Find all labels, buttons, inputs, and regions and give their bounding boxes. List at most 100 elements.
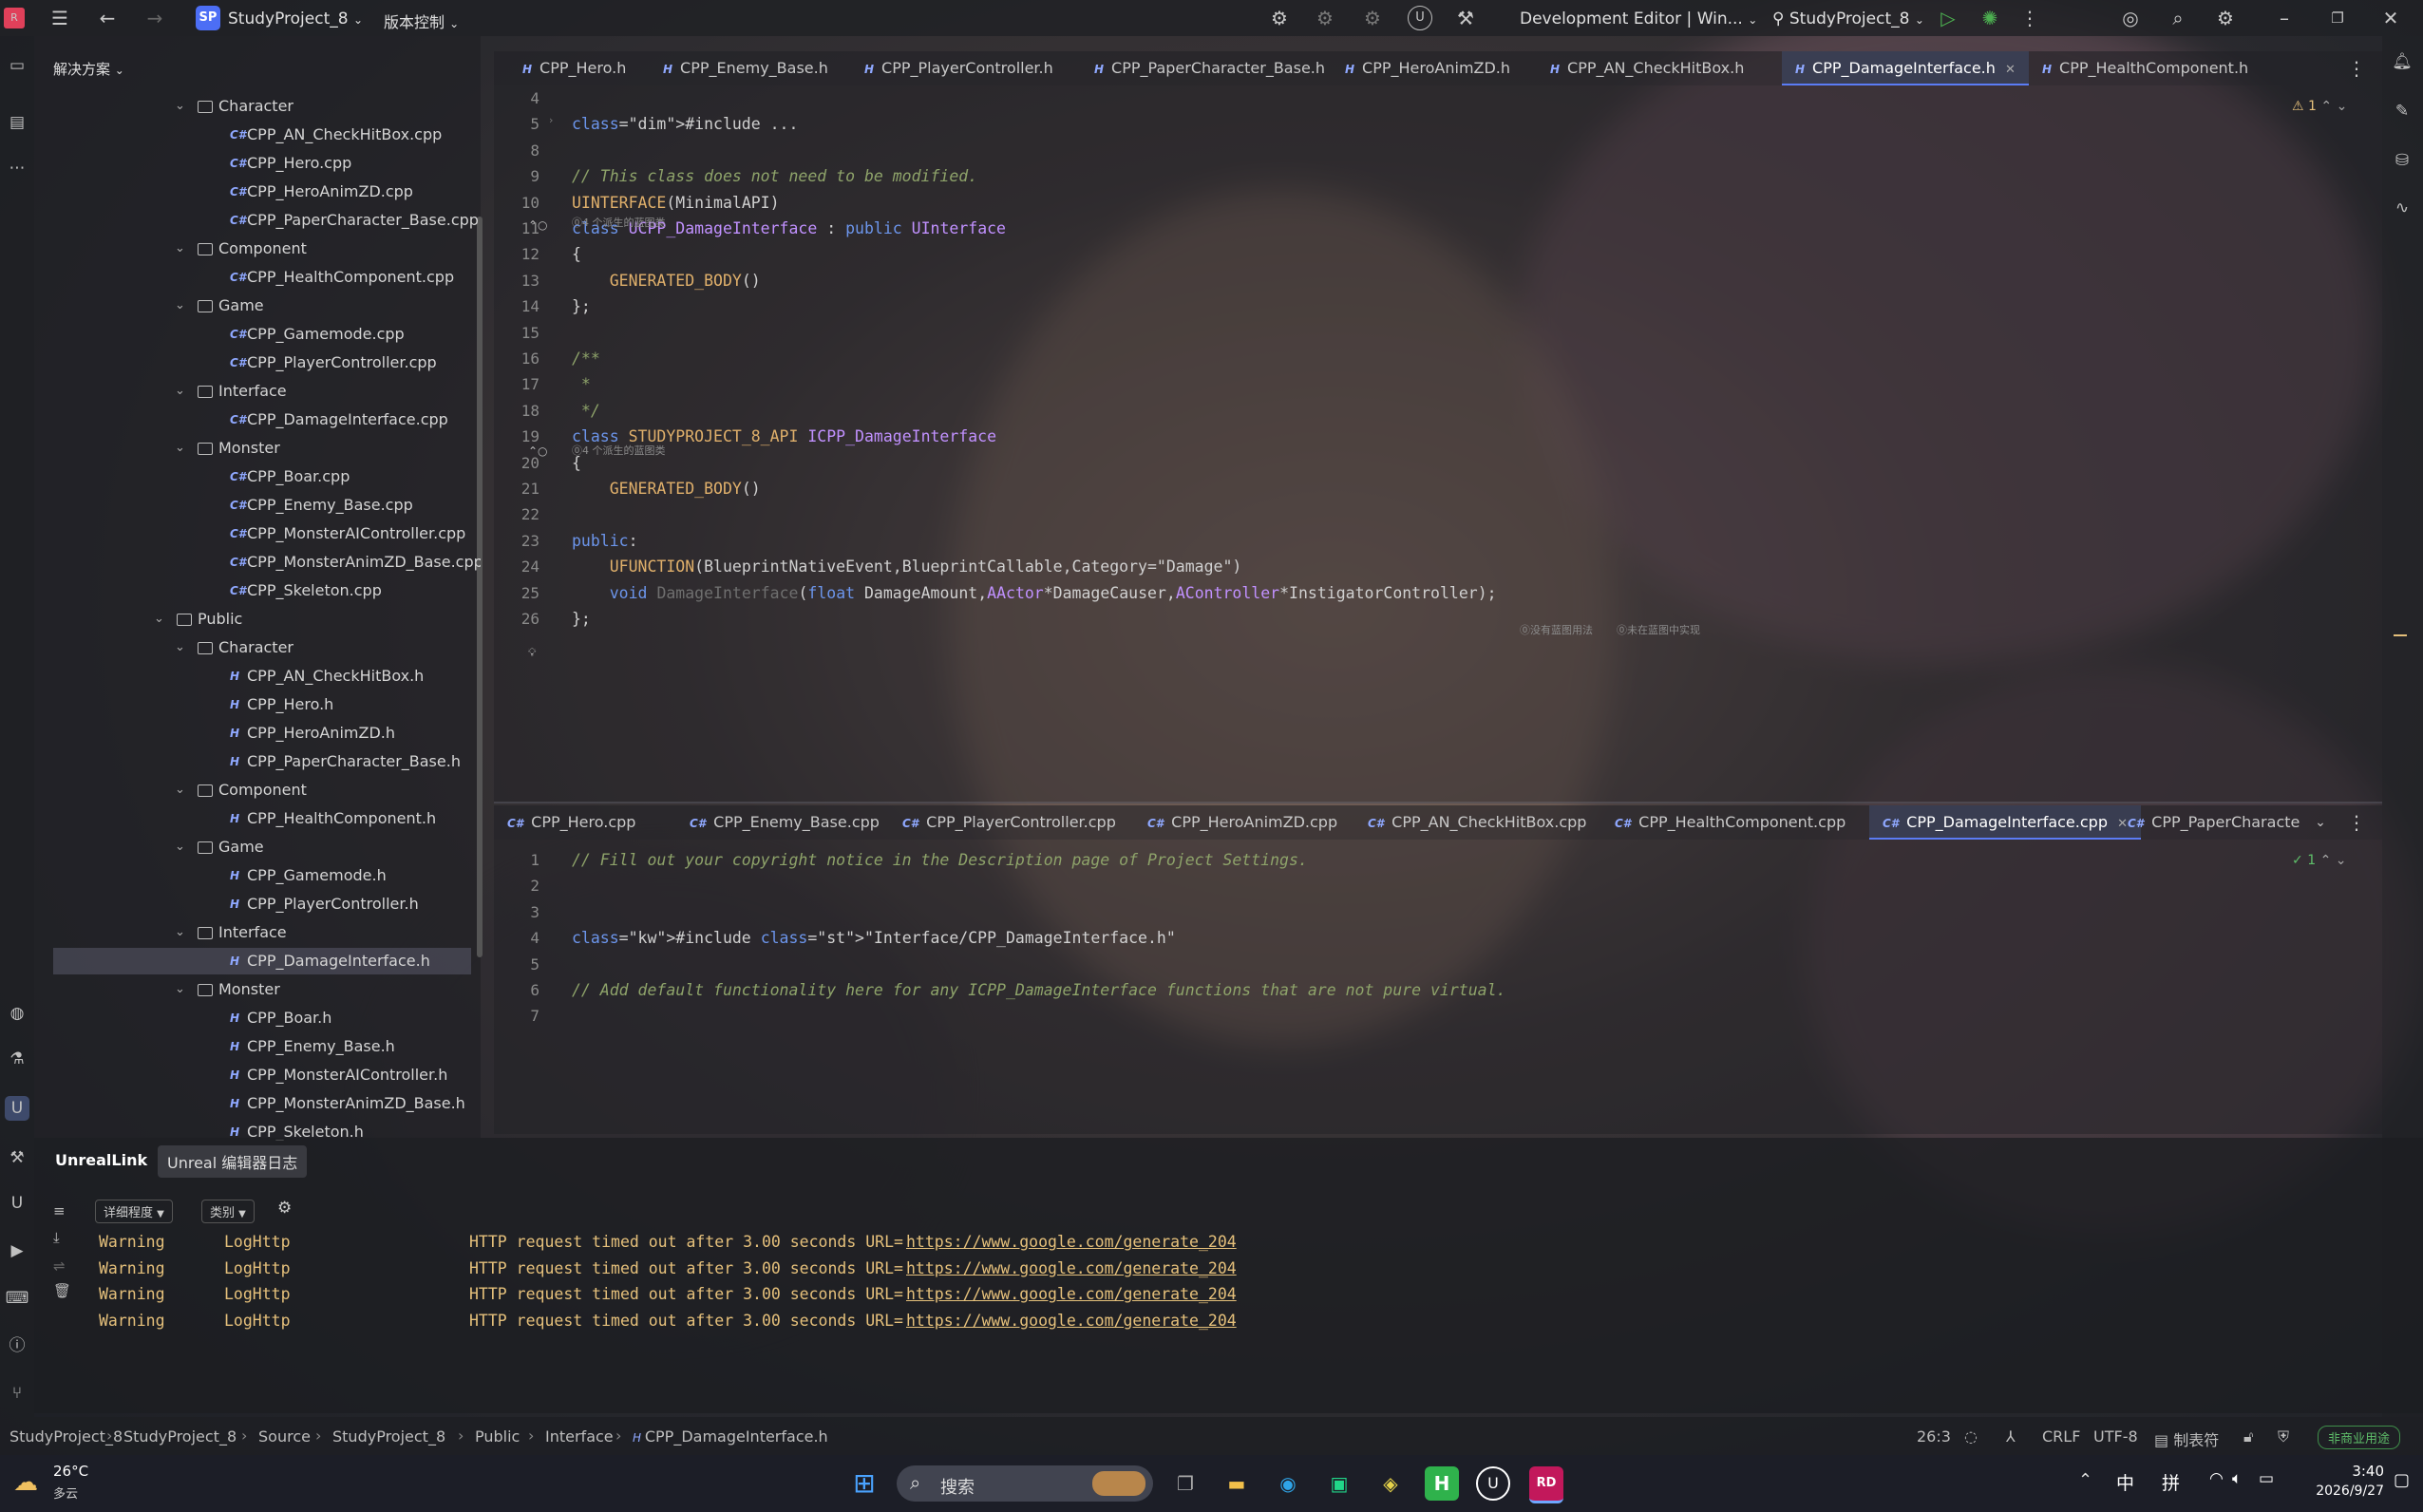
search-icon[interactable]: ⌕	[2166, 6, 2190, 30]
tree-file[interactable]: H CPP_Enemy_Base.h	[53, 1033, 471, 1060]
ai-chat-icon[interactable]: ✎	[2390, 99, 2414, 123]
shield-icon[interactable]: ⛨	[2278, 1427, 2289, 1446]
edge-browser-icon[interactable]: ◉	[1271, 1466, 1305, 1501]
taskbar-search-box[interactable]: ⌕ 搜索	[897, 1465, 1153, 1502]
license-badge[interactable]: 非商业用途	[2318, 1426, 2401, 1449]
file-encoding[interactable]: UTF-8	[2093, 1427, 2138, 1446]
tree-file[interactable]: C# CPP_Hero.cpp	[53, 150, 471, 177]
tree-file[interactable]: C# CPP_HeroAnimZD.cpp	[53, 179, 471, 205]
tree-file[interactable]: H CPP_PaperCharacter_Base.h	[53, 748, 471, 775]
back-arrow-icon[interactable]: ←	[95, 6, 120, 30]
code-line[interactable]: public:	[572, 532, 638, 550]
code-line[interactable]: /**	[572, 350, 600, 368]
wifi-icon[interactable]: ◠	[2209, 1469, 2224, 1488]
code-line[interactable]: void DamageInterface(float DamageAmount,…	[572, 584, 1497, 602]
code-line[interactable]: UFUNCTION(BlueprintNativeEvent,Blueprint…	[572, 558, 1242, 576]
chevron-down-icon[interactable]: ⌄	[175, 236, 188, 262]
tab-unreal-editor-log[interactable]: Unreal 编辑器日志	[158, 1145, 308, 1178]
chevron-down-icon[interactable]: ⌄	[175, 777, 188, 803]
tree-folder[interactable]: ⌄ Game	[53, 834, 471, 860]
tree-folder[interactable]: ⌄ Monster	[53, 435, 471, 462]
run-services-icon[interactable]: ▶	[5, 1238, 29, 1263]
editor-splitter[interactable]	[494, 802, 2382, 803]
genshin-app-icon[interactable]: ◈	[1373, 1466, 1408, 1501]
tree-file[interactable]: C# CPP_Skeleton.cpp	[53, 577, 471, 604]
debug-robot-2-icon[interactable]: ⚙	[1360, 6, 1385, 30]
volume-icon[interactable]: 🔈︎	[2232, 1469, 2242, 1488]
tree-folder[interactable]: ⌄ Component	[53, 236, 471, 262]
readonly-lock-icon[interactable]: 🔓︎	[2243, 1427, 2253, 1446]
restore-icon[interactable]: ❐	[2325, 6, 2350, 30]
tree-file[interactable]: H CPP_AN_CheckHitBox.h	[53, 663, 471, 690]
indent-setting[interactable]: ▤ 制表符	[2154, 1427, 2219, 1450]
tab-unreallink[interactable]: UnrealLink	[55, 1151, 147, 1169]
weather-cloud-icon[interactable]: ☁	[13, 1468, 38, 1497]
bulb-icon[interactable]: 💡︎	[528, 646, 536, 660]
forward-arrow-icon[interactable]: →	[142, 6, 167, 30]
vcs-menu[interactable]: 版本控制 ⌄	[384, 9, 459, 32]
indexing-status-icon[interactable]: ◌	[1964, 1427, 1978, 1446]
tree-file[interactable]: H CPP_DamageInterface.h	[53, 948, 471, 974]
tree-file[interactable]: C# CPP_HealthComponent.cpp	[53, 264, 471, 291]
notification-center-icon[interactable]: ▢	[2394, 1470, 2410, 1490]
rider-taskbar-icon[interactable]: RD	[1529, 1466, 1563, 1503]
pycharm-icon[interactable]: ▣	[1322, 1466, 1356, 1501]
unreal-log-icon[interactable]: U	[5, 1191, 29, 1216]
editor-tab[interactable]: C# CPP_AN_CheckHitBox.cpp	[1368, 805, 1586, 840]
editor-tab[interactable]: C# CPP_Enemy_Base.cpp	[690, 805, 880, 840]
log-url-link[interactable]: https://www.google.com/generate_204	[906, 1285, 1237, 1303]
tree-file[interactable]: C# CPP_MonsterAnimZD_Base.cpp	[53, 549, 481, 576]
code-line[interactable]: {	[572, 245, 581, 263]
run-target-selector[interactable]: ⚲ StudyProject_8 ⌄	[1772, 9, 1924, 28]
breadcrumb-segment[interactable]: Interface	[545, 1427, 614, 1446]
close-window-icon[interactable]: ✕	[2378, 6, 2403, 30]
tree-file[interactable]: C# CPP_Boar.cpp	[53, 463, 471, 490]
editor-tab[interactable]: H CPP_PaperCharacter_Base.h	[1094, 51, 1325, 85]
build-hammer-icon[interactable]: ⚒	[1453, 6, 1478, 30]
hbuilder-icon[interactable]: H	[1425, 1466, 1459, 1501]
notifications-bell-icon[interactable]: 🔔︎	[2390, 49, 2414, 74]
chevron-down-icon[interactable]: ⌄	[175, 93, 188, 120]
editor-tab[interactable]: H CPP_PlayerController.h	[864, 51, 1053, 85]
editor-tab[interactable]: C# CPP_DamageInterface.cpp ✕	[1869, 805, 2141, 840]
editor-tab[interactable]: C# CPP_HeroAnimZD.cpp	[1147, 805, 1337, 840]
cursor-position[interactable]: 26:3	[1917, 1427, 1951, 1446]
tree-file[interactable]: C# CPP_Gamemode.cpp	[53, 321, 471, 348]
chevron-down-icon[interactable]: ⌄	[175, 919, 188, 946]
unreal-engine-icon[interactable]: U	[1476, 1466, 1510, 1501]
clock-date[interactable]: 2026/9/27	[2299, 1484, 2384, 1499]
tree-file[interactable]: H CPP_MonsterAIController.h	[53, 1062, 471, 1088]
code-line[interactable]: GENERATED_BODY()	[572, 272, 761, 290]
database-icon[interactable]: ⛁	[2390, 148, 2414, 173]
tree-folder[interactable]: ⌄ Character	[53, 93, 471, 120]
weather-temp[interactable]: 26°C	[53, 1463, 88, 1480]
tree-file[interactable]: C# CPP_MonsterAIController.cpp	[53, 520, 471, 547]
editor-tab[interactable]: H CPP_HeroAnimZD.h	[1345, 51, 1510, 85]
code-line[interactable]: */	[572, 402, 600, 420]
filter-lines-icon[interactable]: ≡	[53, 1202, 66, 1219]
explorer-header[interactable]: 解决方案 ⌄	[53, 59, 124, 79]
category-filter[interactable]: 类别 ▼	[201, 1200, 255, 1223]
source-editor[interactable]: ✓ 1 ⌃ ⌄ 1 // Fill out your copyright noti…	[494, 840, 2382, 1134]
code-line[interactable]: UINTERFACE(MinimalAPI)	[572, 194, 780, 212]
debug-icon[interactable]: ✺	[1978, 6, 2002, 30]
blueprint-usage-hint[interactable]: ⓪没有蓝图用法	[1520, 622, 1593, 637]
code-line[interactable]: };	[572, 610, 591, 628]
breadcrumb-segment[interactable]: StudyProject_8	[123, 1427, 237, 1446]
show-hidden-icons-chevron[interactable]: ⌃	[2078, 1470, 2092, 1490]
chevron-down-icon[interactable]: ⌄	[175, 976, 188, 1003]
breadcrumb-item[interactable]: Public	[475, 1427, 520, 1446]
problems-icon[interactable]: ⓘ	[5, 1333, 29, 1358]
code-line[interactable]: GENERATED_BODY()	[572, 480, 761, 498]
chevron-down-icon[interactable]: ⌄	[175, 634, 188, 661]
breadcrumb-segment[interactable]: Source	[258, 1427, 311, 1446]
breadcrumb-segment[interactable]: StudyProject_8	[332, 1427, 445, 1446]
git-branch-icon[interactable]: ⑂	[5, 1381, 29, 1406]
editor-tab[interactable]: H CPP_HealthComponent.h	[2042, 51, 2248, 85]
more-options-icon[interactable]: ⋮	[2017, 6, 2042, 30]
ai-assistant-icon[interactable]: ◎	[2118, 6, 2143, 30]
tree-file[interactable]: H CPP_PlayerController.h	[53, 891, 471, 917]
breadcrumb-segment[interactable]: Public	[475, 1427, 520, 1446]
inspection-ok-indicator[interactable]: ✓ 1 ⌃ ⌄	[2292, 853, 2346, 868]
clock-time[interactable]: 3:40	[2299, 1463, 2384, 1480]
